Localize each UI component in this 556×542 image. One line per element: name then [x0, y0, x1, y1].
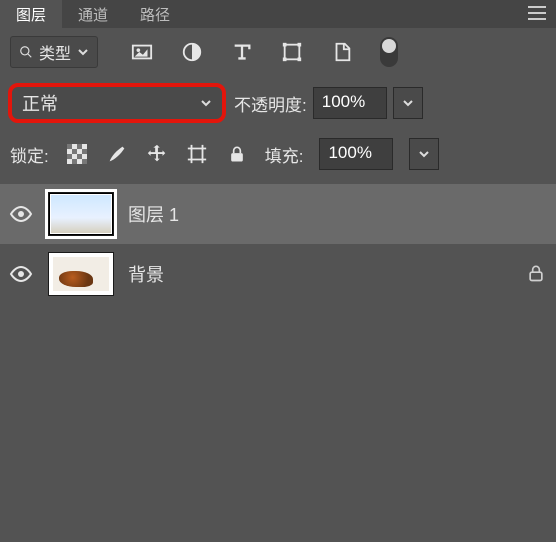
chevron-down-icon [402, 97, 414, 109]
lock-label: 锁定: [10, 142, 49, 167]
opacity-input[interactable]: 100% [313, 87, 387, 119]
panel-tabs: 图层 通道 路径 [0, 0, 556, 28]
layer-thumbnail[interactable] [48, 252, 114, 296]
lock-move-icon[interactable] [145, 142, 169, 166]
layer-thumbnail[interactable] [48, 192, 114, 236]
eye-icon [9, 202, 33, 226]
opacity-group: 不透明度: 100% [234, 87, 423, 119]
fill-input[interactable]: 100% [319, 138, 393, 170]
tab-paths[interactable]: 路径 [124, 0, 186, 28]
chevron-down-icon [418, 148, 430, 160]
layers-list: 图层 1 背景 [0, 184, 556, 304]
panel-menu-icon[interactable] [518, 0, 556, 28]
visibility-toggle[interactable] [8, 201, 34, 227]
lock-icon [526, 263, 548, 285]
filter-toolbar: 类型 [0, 28, 556, 76]
layer-type-filter[interactable]: 类型 [10, 36, 98, 68]
pixel-layer-filter-icon[interactable] [130, 40, 154, 64]
layer-row[interactable]: 图层 1 [0, 184, 556, 244]
lock-transparent-icon[interactable] [65, 142, 89, 166]
blend-toolbar: 正常 不透明度: 100% [0, 76, 556, 130]
fill-label: 填充: [265, 142, 304, 167]
blend-mode-value: 正常 [22, 90, 58, 116]
lock-toolbar: 锁定: 填充: 100% [0, 130, 556, 178]
lock-artboard-icon[interactable] [185, 142, 209, 166]
opacity-label: 不透明度: [234, 91, 307, 116]
type-filter-label: 类型 [39, 40, 71, 64]
visibility-toggle[interactable] [8, 261, 34, 287]
filter-toggle[interactable] [380, 37, 398, 67]
type-layer-filter-icon[interactable] [230, 40, 254, 64]
opacity-dropdown[interactable] [393, 87, 423, 119]
fill-dropdown[interactable] [409, 138, 439, 170]
tab-layers[interactable]: 图层 [0, 0, 62, 28]
chevron-down-icon [77, 46, 89, 58]
search-icon [19, 45, 33, 59]
lock-all-icon[interactable] [225, 142, 249, 166]
shape-layer-filter-icon[interactable] [280, 40, 304, 64]
chevron-down-icon [200, 97, 212, 109]
blend-mode-select[interactable]: 正常 [8, 83, 226, 123]
smartobject-layer-filter-icon[interactable] [330, 40, 354, 64]
tab-channels[interactable]: 通道 [62, 0, 124, 28]
lock-brush-icon[interactable] [105, 142, 129, 166]
filter-icons [130, 37, 398, 67]
layer-name[interactable]: 背景 [128, 261, 512, 287]
eye-icon [9, 262, 33, 286]
adjustment-layer-filter-icon[interactable] [180, 40, 204, 64]
layer-row[interactable]: 背景 [0, 244, 556, 304]
layer-name[interactable]: 图层 1 [128, 201, 548, 227]
